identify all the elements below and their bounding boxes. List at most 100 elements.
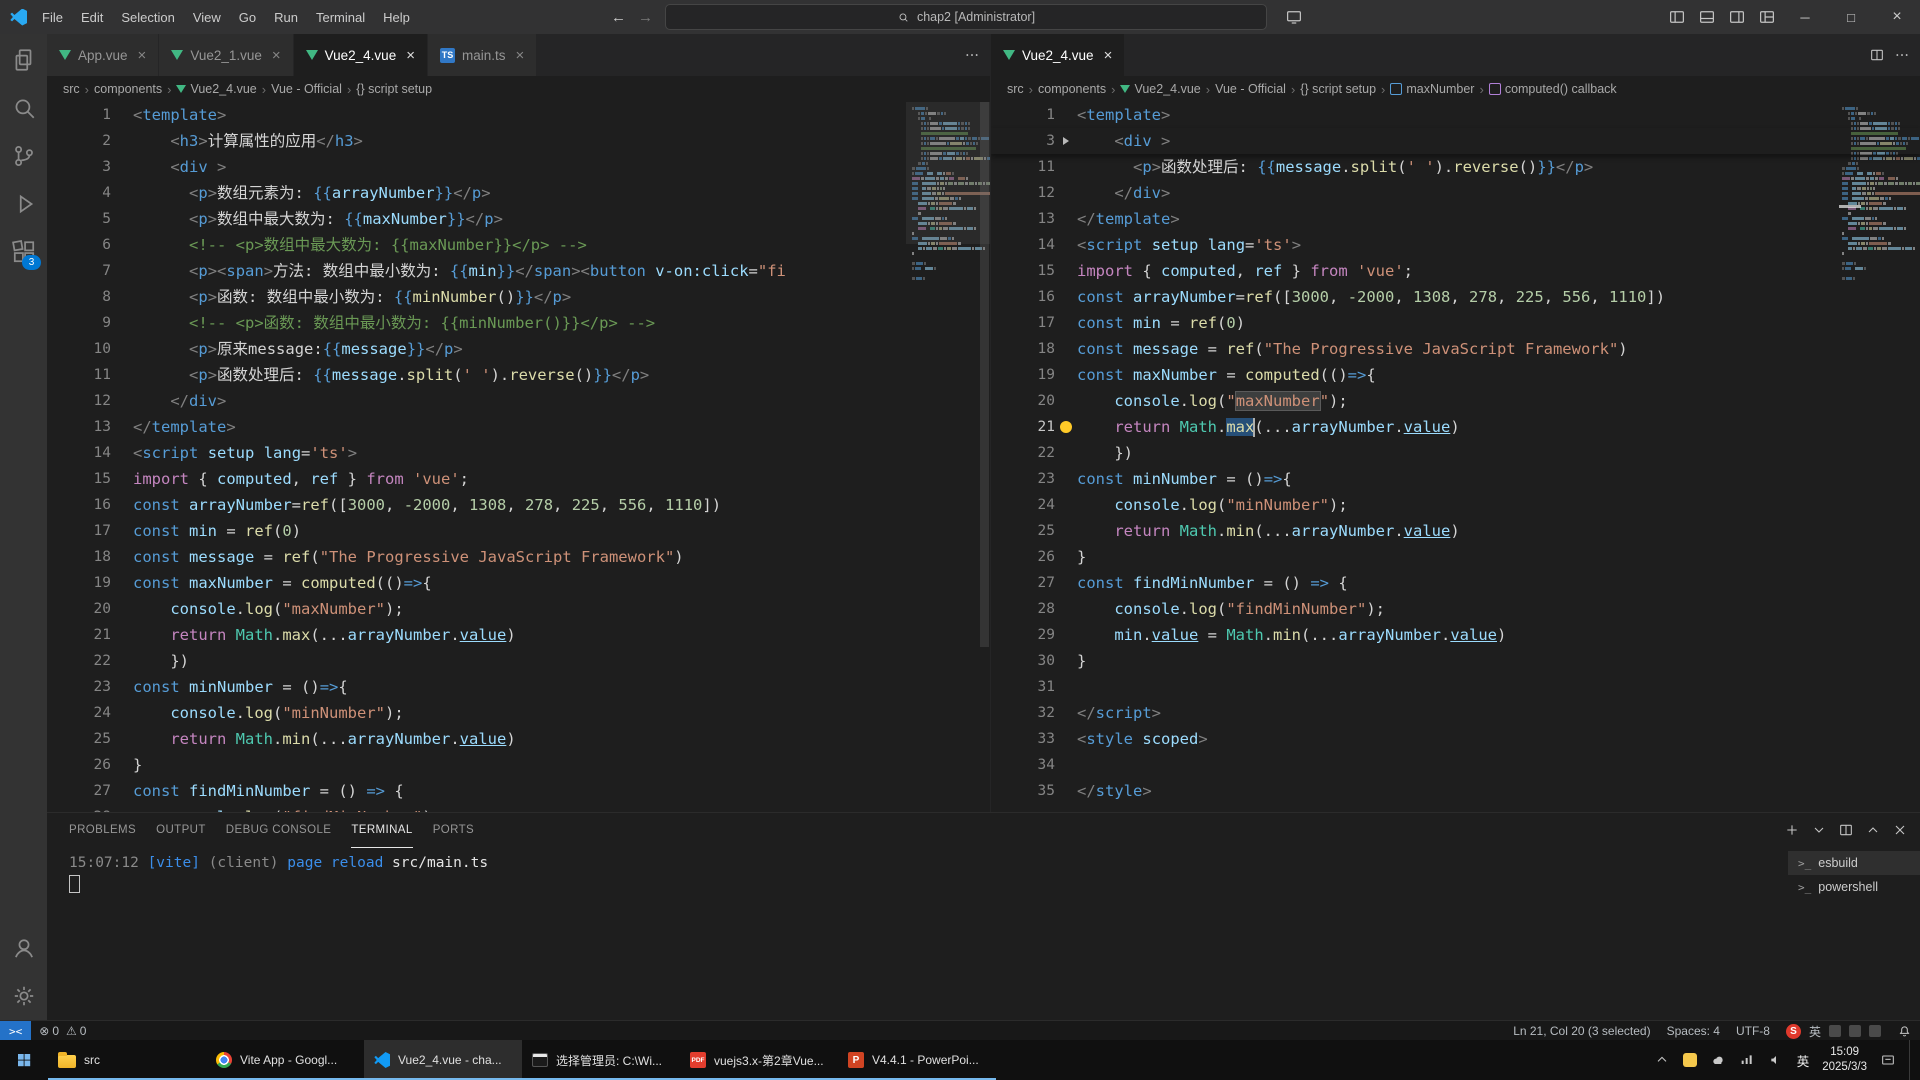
- tab-Vue2_4.vue[interactable]: Vue2_4.vue×: [991, 34, 1125, 76]
- maximize-panel-icon[interactable]: [1865, 822, 1881, 838]
- close-icon[interactable]: ×: [272, 47, 281, 64]
- tray-app-icon[interactable]: [1683, 1053, 1697, 1067]
- breadcrumb-item[interactable]: {} script setup: [356, 82, 432, 96]
- lightbulb-icon[interactable]: [1060, 421, 1072, 433]
- ime-toolbar[interactable]: S 英: [1778, 1023, 1889, 1040]
- panel-tab-debug-console[interactable]: DEBUG CONSOLE: [226, 813, 332, 848]
- network-icon[interactable]: [1739, 1052, 1755, 1068]
- remote-explorer-icon[interactable]: [1279, 0, 1309, 34]
- minimap-slider[interactable]: [906, 102, 990, 244]
- breadcrumb-item[interactable]: computed() callback: [1489, 82, 1617, 96]
- minimize-button[interactable]: ─: [1782, 0, 1828, 34]
- code-line[interactable]: 4 <p>数组元素为: {{arrayNumber}}</p>: [47, 180, 990, 206]
- code-line[interactable]: 31: [991, 674, 1920, 700]
- sogou-icon[interactable]: S: [1786, 1024, 1801, 1039]
- code-editor-right[interactable]: 1<template>3 <div >11 <p>函数处理后: {{messag…: [991, 102, 1920, 812]
- menu-view[interactable]: View: [184, 0, 230, 34]
- toggle-secondary-sidebar-icon[interactable]: [1722, 0, 1752, 34]
- panel-tab-problems[interactable]: PROBLEMS: [69, 813, 136, 848]
- breadcrumb-item[interactable]: Vue - Official: [271, 82, 342, 96]
- menu-terminal[interactable]: Terminal: [307, 0, 374, 34]
- code-line[interactable]: 6 <!-- <p>数组中最大数为: {{maxNumber}}</p> -->: [47, 232, 990, 258]
- toggle-sidebar-icon[interactable]: [1662, 0, 1692, 34]
- activity-search[interactable]: [0, 84, 47, 132]
- code-line[interactable]: 15import { computed, ref } from 'vue';: [47, 466, 990, 492]
- code-line[interactable]: 13</template>: [991, 206, 1920, 232]
- menu-run[interactable]: Run: [265, 0, 307, 34]
- terminal-profile-dropdown-icon[interactable]: [1811, 822, 1827, 838]
- code-line[interactable]: 14<script setup lang='ts'>: [991, 232, 1920, 258]
- code-line[interactable]: 28 console.log("findMinNumber");: [47, 804, 990, 812]
- menu-selection[interactable]: Selection: [112, 0, 183, 34]
- new-terminal-icon[interactable]: [1784, 822, 1800, 838]
- code-line[interactable]: 2 <h3>计算属性的应用</h3>: [47, 128, 990, 154]
- code-line[interactable]: 28 console.log("findMinNumber");: [991, 596, 1920, 622]
- tray-ime-indicator[interactable]: 英: [1797, 1051, 1810, 1070]
- code-line[interactable]: 3 <div >: [991, 128, 1920, 154]
- menu-edit[interactable]: Edit: [72, 0, 112, 34]
- code-line[interactable]: 12 </div>: [47, 388, 990, 414]
- code-line[interactable]: 18const message = ref("The Progressive J…: [47, 544, 990, 570]
- code-line[interactable]: 17const min = ref(0): [47, 518, 990, 544]
- cloud-icon[interactable]: [1710, 1052, 1726, 1068]
- breadcrumb-item[interactable]: maxNumber: [1390, 82, 1474, 96]
- code-line[interactable]: 25 return Math.min(...arrayNumber.value): [991, 518, 1920, 544]
- remote-indicator[interactable]: ><: [0, 1021, 31, 1041]
- minimap[interactable]: [906, 102, 990, 812]
- code-line[interactable]: 21 return Math.max(...arrayNumber.value): [991, 414, 1920, 440]
- close-icon[interactable]: ×: [406, 47, 415, 64]
- code-line[interactable]: 11 <p>函数处理后: {{message.split(' ').revers…: [991, 154, 1920, 180]
- maximize-button[interactable]: □: [1828, 0, 1874, 34]
- tab-Vue2_4.vue[interactable]: Vue2_4.vue×: [294, 34, 428, 76]
- close-icon[interactable]: ×: [515, 47, 524, 64]
- menu-help[interactable]: Help: [374, 0, 419, 34]
- breadcrumb-item[interactable]: Vue2_4.vue: [176, 82, 256, 96]
- code-line[interactable]: 20 console.log("maxNumber");: [47, 596, 990, 622]
- code-line[interactable]: 22 }): [991, 440, 1920, 466]
- activity-scm[interactable]: [0, 132, 47, 180]
- show-desktop-button[interactable]: [1909, 1040, 1916, 1080]
- code-line[interactable]: 32</script>: [991, 700, 1920, 726]
- tab-Vue2_1.vue[interactable]: Vue2_1.vue×: [159, 34, 293, 76]
- code-line[interactable]: 27const findMinNumber = () => {: [991, 570, 1920, 596]
- taskbar-item-ppt[interactable]: PV4.4.1 - PowerPoi...: [838, 1040, 996, 1080]
- taskbar-item-console[interactable]: 选择管理员: C:\Wi...: [522, 1040, 680, 1080]
- volume-icon[interactable]: [1768, 1052, 1784, 1068]
- tab-main.ts[interactable]: TSmain.ts×: [428, 34, 537, 76]
- panel-tab-ports[interactable]: PORTS: [433, 813, 474, 848]
- notifications-bell[interactable]: [1889, 1024, 1920, 1039]
- ime-tool-icon[interactable]: [1869, 1025, 1881, 1037]
- breadcrumb-item[interactable]: Vue2_4.vue: [1120, 82, 1200, 96]
- panel-tab-terminal[interactable]: TERMINAL: [351, 813, 412, 848]
- code-line[interactable]: 25 return Math.min(...arrayNumber.value): [47, 726, 990, 752]
- code-line[interactable]: 26}: [991, 544, 1920, 570]
- tray-expand-icon[interactable]: [1654, 1052, 1670, 1068]
- close-panel-icon[interactable]: [1892, 822, 1908, 838]
- taskbar-item-folder[interactable]: src: [48, 1040, 206, 1080]
- minimap[interactable]: [1836, 102, 1920, 812]
- more-actions-icon[interactable]: [964, 47, 980, 63]
- breadcrumb-item[interactable]: {} script setup: [1300, 82, 1376, 96]
- breadcrumb-item[interactable]: components: [94, 82, 162, 96]
- code-line[interactable]: 34: [991, 752, 1920, 778]
- tab-App.vue[interactable]: App.vue×: [47, 34, 159, 76]
- code-line[interactable]: 7 <p><span>方法: 数组中最小数为: {{min}}</span><b…: [47, 258, 990, 284]
- code-line[interactable]: 24 console.log("minNumber");: [47, 700, 990, 726]
- code-line[interactable]: 1<template>: [991, 102, 1920, 128]
- code-line[interactable]: 5 <p>数组中最大数为: {{maxNumber}}</p>: [47, 206, 990, 232]
- notification-center-icon[interactable]: [1880, 1052, 1896, 1068]
- code-line[interactable]: 19const maxNumber = computed(()=>{: [47, 570, 990, 596]
- breadcrumb-item[interactable]: Vue - Official: [1215, 82, 1286, 96]
- nav-forward-icon[interactable]: →: [638, 9, 653, 26]
- breadcrumb-item[interactable]: src: [1007, 82, 1024, 96]
- breadcrumb-item[interactable]: src: [63, 82, 80, 96]
- split-editor-icon[interactable]: [1869, 47, 1885, 63]
- code-line[interactable]: 16const arrayNumber=ref([3000, -2000, 13…: [47, 492, 990, 518]
- clock[interactable]: 15:09 2025/3/3: [1822, 1045, 1867, 1075]
- taskbar-item-vscode[interactable]: Vue2_4.vue - cha...: [364, 1040, 522, 1080]
- code-line[interactable]: 10 <p>原来message:{{message}}</p>: [47, 336, 990, 362]
- activity-ext[interactable]: 3: [0, 228, 47, 276]
- ime-tool-icon[interactable]: [1829, 1025, 1841, 1037]
- search-input[interactable]: chap2 [Administrator]: [665, 4, 1267, 30]
- code-line[interactable]: 29 min.value = Math.min(...arrayNumber.v…: [991, 622, 1920, 648]
